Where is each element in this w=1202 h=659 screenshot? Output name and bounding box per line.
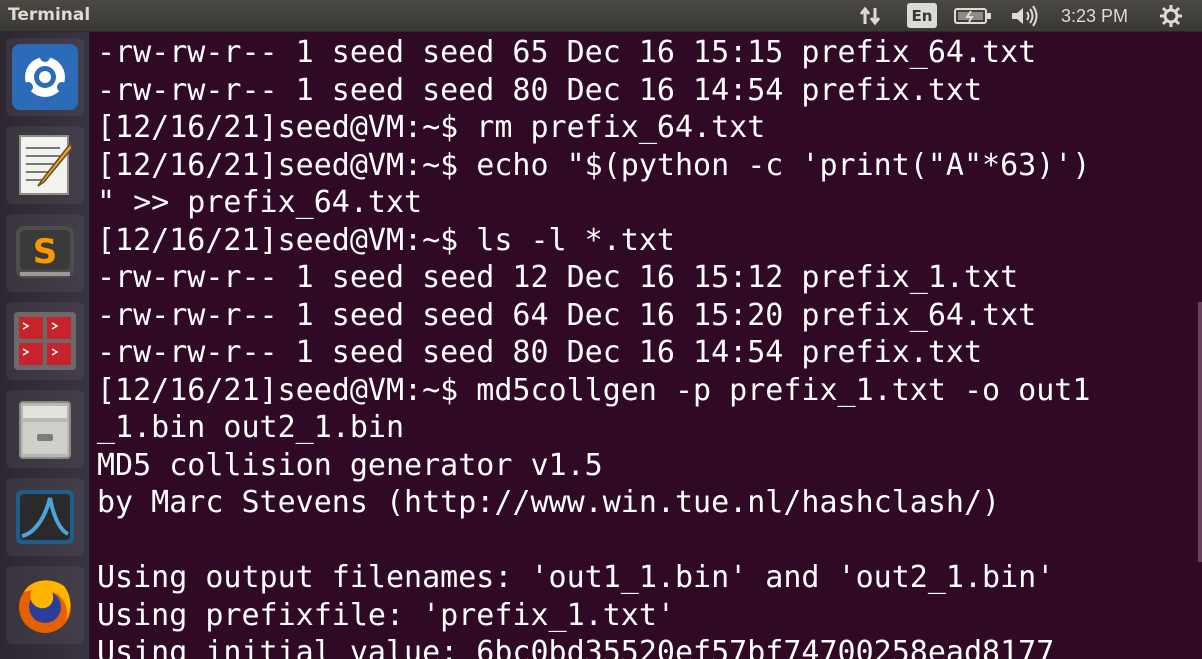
clock[interactable]: 3:23 PM (1061, 0, 1128, 32)
terminal-output[interactable]: -rw-rw-r-- 1 seed seed 65 Dec 16 15:15 p… (90, 32, 1202, 659)
svg-text:S: S (33, 232, 58, 272)
terminal-line: " >> prefix_64.txt (97, 185, 423, 220)
wireshark-icon[interactable] (6, 478, 84, 556)
terminal-line: -rw-rw-r-- 1 seed seed 80 Dec 16 14:54 p… (97, 335, 983, 370)
gear-icon[interactable] (1158, 0, 1188, 32)
terminal-line: [12/16/21]seed@VM:~$ md5collgen -p prefi… (97, 372, 1091, 408)
terminal-line: MD5 collision generator v1.5 (97, 447, 603, 483)
terminal-line: [12/16/21]seed@VM:~$ rm prefix_64.txt (97, 110, 766, 145)
terminal-app-icon[interactable] (6, 302, 84, 380)
firefox-icon[interactable] (6, 566, 84, 644)
terminal-line: Using prefixfile: 'prefix_1.txt' (97, 597, 675, 633)
file-manager-icon[interactable] (6, 390, 84, 468)
volume-icon[interactable] (1010, 0, 1040, 32)
terminal-lines: -rw-rw-r-- 1 seed seed 65 Dec 16 15:15 p… (97, 34, 1090, 659)
terminal-line: _1.bin out2_1.bin (97, 410, 405, 445)
terminal-line: -rw-rw-r-- 1 seed seed 80 Dec 16 14:54 p… (97, 72, 983, 108)
terminal-line: -rw-rw-r-- 1 seed seed 12 Dec 16 15:12 p… (97, 260, 1019, 295)
sublime-text-icon[interactable]: S (6, 214, 84, 292)
terminal-line: Using output filenames: 'out1_1.bin' and… (97, 560, 1055, 595)
text-editor-icon[interactable] (6, 126, 84, 204)
terminal-line: by Marc Stevens (http://www.win.tue.nl/h… (97, 485, 1001, 520)
keyboard-layout-indicator[interactable]: En (907, 3, 937, 28)
launcher: S (0, 32, 90, 659)
terminal-line: -rw-rw-r-- 1 seed seed 64 Dec 16 15:20 p… (97, 297, 1037, 333)
ubuntu-dash-icon[interactable] (6, 38, 84, 116)
terminal-line: Using initial value: 6bc0bd35520ef57bf74… (97, 635, 1055, 659)
scrollbar[interactable] (1198, 302, 1202, 562)
terminal-line: -rw-rw-r-- 1 seed seed 65 Dec 16 15:15 p… (97, 35, 1037, 70)
network-icon[interactable] (858, 0, 888, 32)
battery-icon[interactable] (954, 0, 994, 32)
app-title: Terminal (8, 5, 91, 25)
terminal-line: [12/16/21]seed@VM:~$ echo "$(python -c '… (97, 147, 1091, 183)
terminal-line: [12/16/21]seed@VM:~$ ls -l *.txt (97, 222, 675, 258)
top-panel: Terminal En 3:23 PM (0, 0, 1202, 32)
